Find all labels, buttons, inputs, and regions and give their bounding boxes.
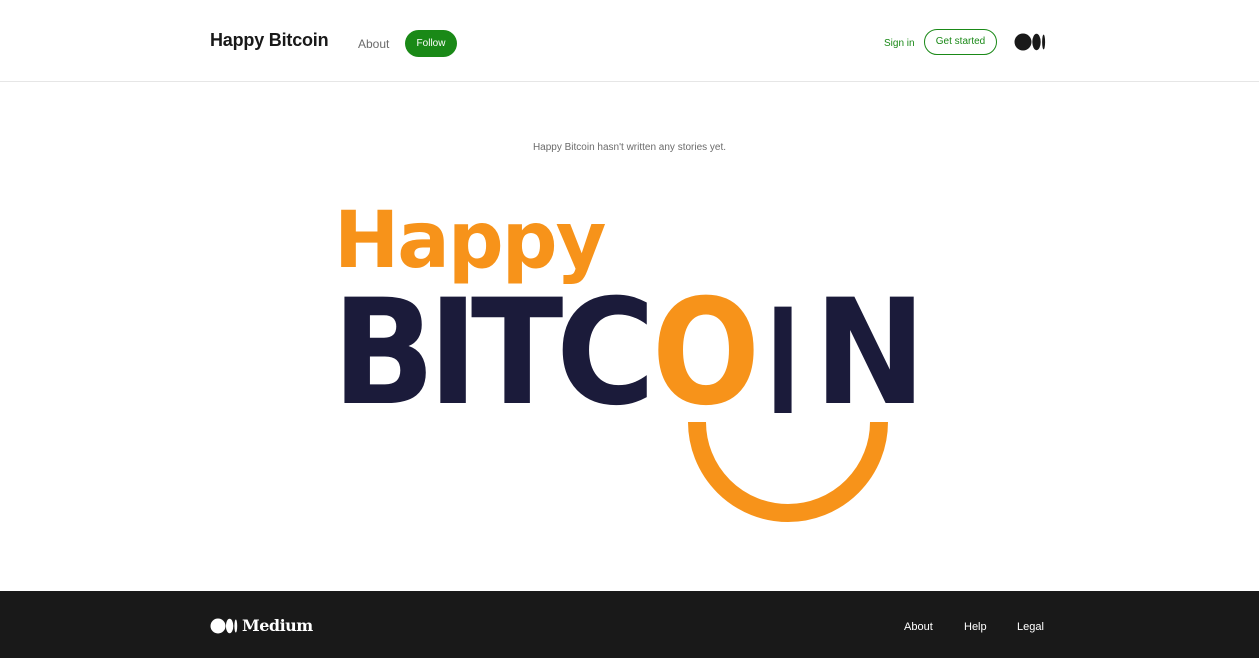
publication-title[interactable]: Happy Bitcoin [210, 30, 329, 51]
logo-i-letter: I [766, 278, 800, 448]
sign-in-link[interactable]: Sign in [884, 38, 915, 49]
medium-logo-icon [210, 618, 238, 633]
footer-about-link[interactable]: About [904, 621, 933, 633]
footer-legal-link[interactable]: Legal [1017, 621, 1044, 633]
footer-brand[interactable]: Medium [210, 616, 313, 635]
get-started-button[interactable]: Get started [924, 29, 997, 55]
top-header: Happy Bitcoin About Follow Sign in Get s… [0, 0, 1259, 82]
logo-o-letter: O [652, 268, 760, 438]
no-stories-message: Happy Bitcoin hasn't written any stories… [532, 142, 727, 153]
about-link[interactable]: About [358, 37, 389, 51]
footer-medium-wordmark: Medium [242, 616, 313, 635]
medium-logo-icon[interactable] [1014, 33, 1046, 51]
logo-bitc-text: BITC [332, 268, 648, 438]
happy-bitcoin-logo: Happy BITC O I N [332, 196, 926, 522]
footer-help-link[interactable]: Help [964, 621, 987, 633]
logo-n-letter: N [814, 268, 926, 438]
page: Happy Bitcoin About Follow Sign in Get s… [0, 0, 1259, 658]
site-footer [0, 591, 1259, 658]
follow-button[interactable]: Follow [405, 30, 457, 57]
